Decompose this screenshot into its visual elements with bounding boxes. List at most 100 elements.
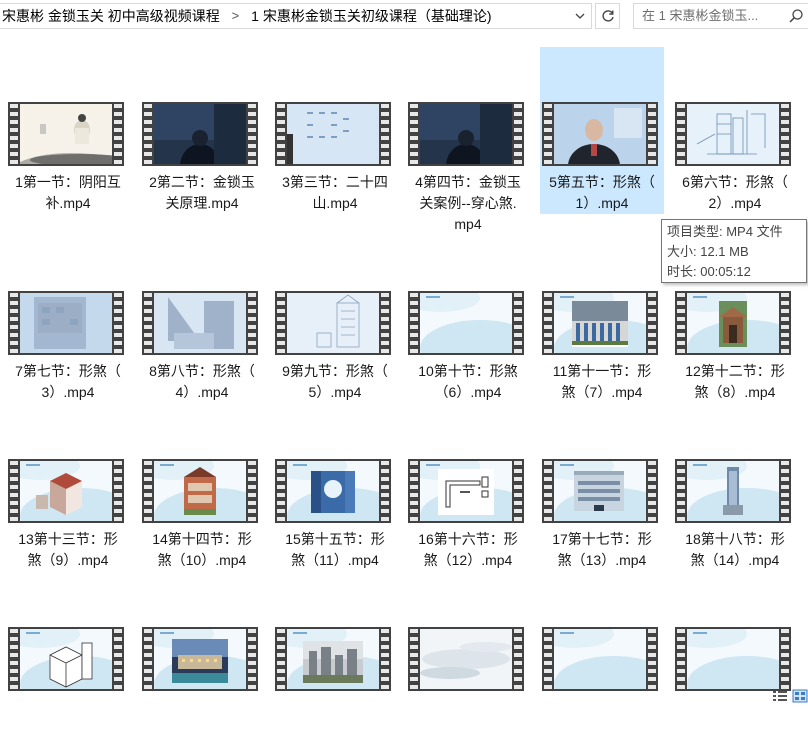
thumbnail-frame: [287, 629, 379, 689]
film-perforation-icon: [114, 293, 122, 353]
film-perforation-icon: [677, 293, 685, 353]
file-name-line: 煞（10）.mp4: [157, 552, 247, 568]
film-perforation-icon: [514, 293, 522, 353]
large-icons-view-icon[interactable]: [792, 689, 808, 703]
film-perforation-icon: [114, 461, 122, 521]
file-name-line: 煞（11）.mp4: [291, 552, 379, 568]
film-perforation-icon: [648, 461, 656, 521]
film-perforation-icon: [248, 629, 256, 689]
film-perforation-icon: [277, 461, 285, 521]
video-thumbnail: [8, 291, 124, 355]
video-thumbnail: [542, 459, 658, 523]
file-item[interactable]: 4第四节：金锁玉 关案例--穿心煞. mp4: [406, 47, 530, 232]
file-name: 7第七节：形煞（ 3）.mp4: [6, 361, 130, 403]
file-name-line: 煞（14）.mp4: [690, 552, 780, 568]
file-item[interactable]: 1第一节：阴阳互 补.mp4: [6, 47, 130, 217]
file-item[interactable]: [140, 572, 264, 742]
file-name-line: 15第十五节：形: [285, 531, 385, 547]
file-name-line: 4第四节：金锁玉: [415, 174, 521, 190]
file-item[interactable]: [673, 572, 797, 742]
file-item[interactable]: 13第十三节：形 煞（9）.mp4: [6, 404, 130, 574]
details-view-icon[interactable]: [772, 689, 788, 703]
file-item[interactable]: 10第十节：形煞 （6）.mp4: [406, 236, 530, 406]
file-name-line: 13第十三节：形: [18, 531, 118, 547]
file-name-line: 18第十八节：形: [685, 531, 785, 547]
breadcrumb-separator-icon: >: [231, 8, 240, 23]
breadcrumb[interactable]: 宋惠彬 金锁玉关 初中高级视频课程 > 1 宋惠彬金锁玉关初级课程（基础理论): [0, 3, 592, 29]
file-name-line: 8第八节：形煞（: [149, 363, 255, 379]
refresh-button[interactable]: [595, 3, 620, 29]
file-item[interactable]: 2第二节：金锁玉 关原理.mp4: [140, 47, 264, 217]
file-name-line: （6）.mp4: [434, 384, 502, 400]
search-input[interactable]: 在 1 宋惠彬金锁玉...: [633, 3, 808, 29]
file-name-line: 煞（13）.mp4: [557, 552, 647, 568]
file-item[interactable]: 9第九节：形煞（ 5）.mp4: [273, 236, 397, 406]
tooltip-duration: 时长: 00:05:12: [667, 264, 751, 279]
breadcrumb-item-parent[interactable]: 宋惠彬 金锁玉关 初中高级视频课程: [0, 4, 222, 28]
film-perforation-icon: [781, 461, 789, 521]
file-name-line: 16第十六节：形: [418, 531, 518, 547]
file-item[interactable]: 18第十八节：形 煞（14）.mp4: [673, 404, 797, 574]
file-item[interactable]: [6, 572, 130, 742]
video-thumbnail: [142, 291, 258, 355]
view-switcher[interactable]: [770, 688, 808, 704]
video-thumbnail: [675, 459, 791, 523]
film-perforation-icon: [514, 104, 522, 164]
breadcrumb-item-current[interactable]: 1 宋惠彬金锁玉关初级课程（基础理论): [249, 4, 493, 28]
file-item[interactable]: 6第六节：形煞（ 2）.mp4: [673, 47, 797, 217]
film-perforation-icon: [781, 293, 789, 353]
file-item[interactable]: 5第五节：形煞（ 1）.mp4: [540, 47, 664, 214]
video-thumbnail: [675, 627, 791, 691]
thumbnail-frame: [554, 104, 646, 164]
file-name-line: 3第三节：二十四: [282, 174, 388, 190]
film-perforation-icon: [248, 104, 256, 164]
film-perforation-icon: [410, 293, 418, 353]
file-item[interactable]: 8第八节：形煞（ 4）.mp4: [140, 236, 264, 406]
film-perforation-icon: [144, 629, 152, 689]
thumbnail-frame: [20, 104, 112, 164]
video-thumbnail: [408, 102, 524, 166]
file-item[interactable]: [406, 572, 530, 742]
file-name: 9第九节：形煞（ 5）.mp4: [273, 361, 397, 403]
film-perforation-icon: [277, 104, 285, 164]
file-name-line: 山.mp4: [312, 195, 358, 211]
file-name-line: 关案例--穿心煞.: [419, 195, 517, 211]
thumbnail-frame: [554, 293, 646, 353]
file-item[interactable]: 15第十五节：形 煞（11）.mp4: [273, 404, 397, 574]
film-perforation-icon: [677, 461, 685, 521]
file-name-line: 10第十节：形煞: [418, 363, 518, 379]
file-item[interactable]: 16第十六节：形 煞（12）.mp4: [406, 404, 530, 574]
file-name-line: 关原理.mp4: [165, 195, 239, 211]
file-name-line: 2）.mp4: [708, 195, 762, 211]
file-tooltip: 项目类型: MP4 文件 大小: 12.1 MB 时长: 00:05:12: [661, 219, 807, 283]
film-perforation-icon: [544, 293, 552, 353]
video-thumbnail: [408, 291, 524, 355]
file-name-line: 3）.mp4: [41, 384, 95, 400]
thumbnail-frame: [554, 629, 646, 689]
thumbnail-frame: [687, 629, 779, 689]
chevron-down-icon[interactable]: [569, 4, 591, 28]
file-item[interactable]: [540, 572, 664, 742]
file-name-line: 6第六节：形煞（: [682, 174, 788, 190]
film-perforation-icon: [410, 629, 418, 689]
file-item[interactable]: 3第三节：二十四 山.mp4: [273, 47, 397, 217]
film-perforation-icon: [410, 104, 418, 164]
file-item[interactable]: 11第十一节：形 煞（7）.mp4: [540, 236, 664, 406]
file-item[interactable]: [273, 572, 397, 742]
film-perforation-icon: [144, 104, 152, 164]
film-perforation-icon: [648, 629, 656, 689]
video-thumbnail: [275, 459, 391, 523]
search-icon[interactable]: [788, 8, 804, 24]
file-name: 17第十七节：形 煞（13）.mp4: [540, 529, 664, 571]
film-perforation-icon: [544, 629, 552, 689]
film-perforation-icon: [10, 461, 18, 521]
file-item[interactable]: 17第十七节：形 煞（13）.mp4: [540, 404, 664, 574]
film-perforation-icon: [677, 104, 685, 164]
video-thumbnail: [542, 291, 658, 355]
file-item[interactable]: 14第十四节：形 煞（10）.mp4: [140, 404, 264, 574]
file-name: 2第二节：金锁玉 关原理.mp4: [140, 172, 264, 214]
file-name: 16第十六节：形 煞（12）.mp4: [406, 529, 530, 571]
thumbnail-frame: [20, 461, 112, 521]
film-perforation-icon: [114, 629, 122, 689]
file-item[interactable]: 7第七节：形煞（ 3）.mp4: [6, 236, 130, 406]
